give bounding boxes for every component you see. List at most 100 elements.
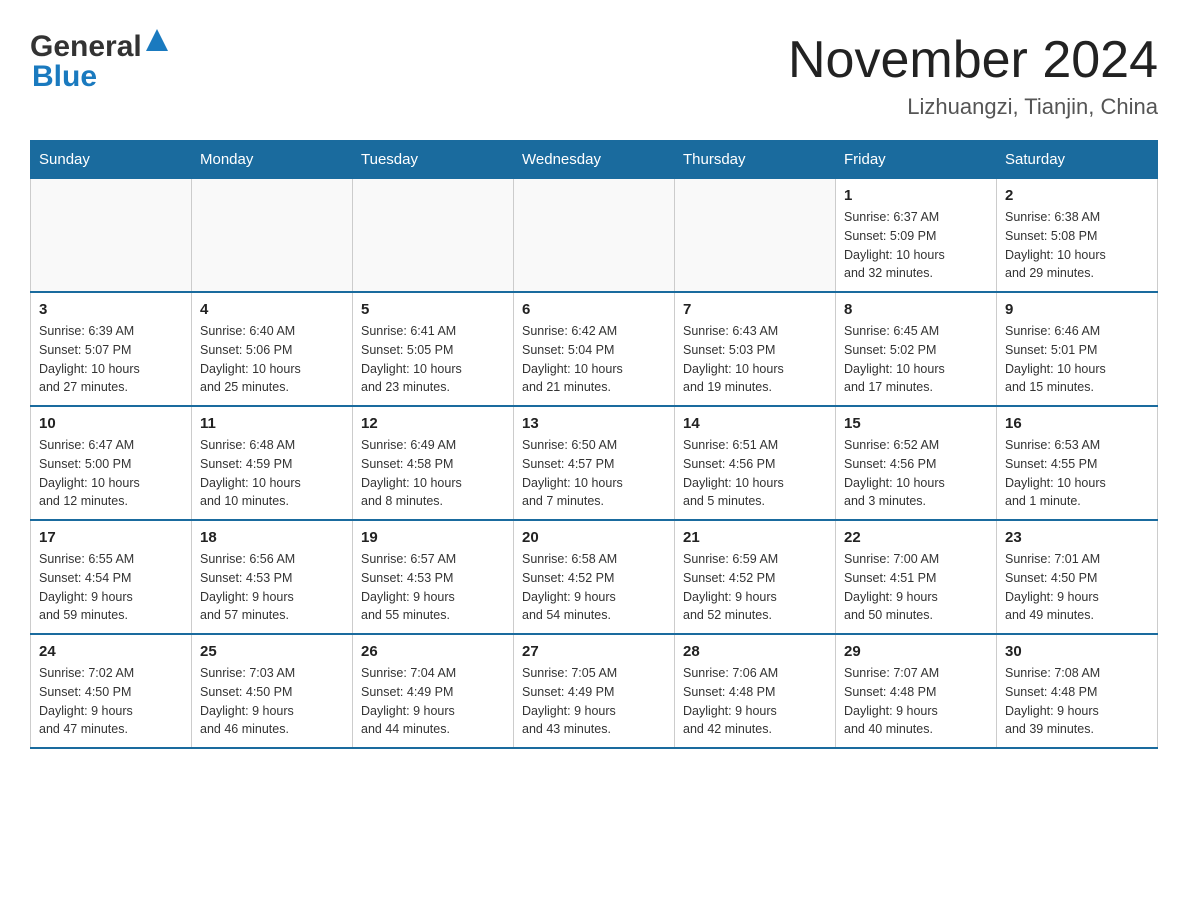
calendar-week-3: 10 Sunrise: 6:47 AM Sunset: 5:00 PM Dayli… xyxy=(31,406,1158,520)
weekday-header-saturday: Saturday xyxy=(997,141,1158,179)
day-info: Sunrise: 7:02 AM Sunset: 4:50 PM Dayligh… xyxy=(39,664,183,739)
day-info: Sunrise: 7:05 AM Sunset: 4:49 PM Dayligh… xyxy=(522,664,666,739)
calendar-table: SundayMondayTuesdayWednesdayThursdayFrid… xyxy=(30,140,1158,749)
calendar-cell xyxy=(353,179,514,293)
day-number: 17 xyxy=(39,529,183,546)
day-number: 14 xyxy=(683,415,827,432)
day-info: Sunrise: 7:06 AM Sunset: 4:48 PM Dayligh… xyxy=(683,664,827,739)
calendar-cell xyxy=(192,179,353,293)
day-number: 20 xyxy=(522,529,666,546)
day-number: 10 xyxy=(39,415,183,432)
day-info: Sunrise: 6:58 AM Sunset: 4:52 PM Dayligh… xyxy=(522,550,666,625)
day-number: 7 xyxy=(683,301,827,318)
weekday-header-thursday: Thursday xyxy=(675,141,836,179)
calendar-cell: 30Sunrise: 7:08 AM Sunset: 4:48 PM Dayli… xyxy=(997,634,1158,748)
logo-blue-text: Blue xyxy=(30,60,97,94)
day-number: 13 xyxy=(522,415,666,432)
calendar-cell: 12 Sunrise: 6:49 AM Sunset: 4:58 PM Dayli… xyxy=(353,406,514,520)
day-number: 22 xyxy=(844,529,988,546)
logo-general-text: General xyxy=(30,30,142,64)
calendar-cell: 6 Sunrise: 6:42 AM Sunset: 5:04 PM Daylig… xyxy=(514,292,675,406)
logo-triangle-icon xyxy=(146,29,168,56)
day-info: Sunrise: 6:55 AM Sunset: 4:54 PM Dayligh… xyxy=(39,550,183,625)
day-number: 8 xyxy=(844,301,988,318)
day-info: Sunrise: 7:00 AM Sunset: 4:51 PM Dayligh… xyxy=(844,550,988,625)
calendar-cell: 14 Sunrise: 6:51 AM Sunset: 4:56 PM Dayli… xyxy=(675,406,836,520)
calendar-cell: 15 Sunrise: 6:52 AM Sunset: 4:56 PM Dayli… xyxy=(836,406,997,520)
day-info: Sunrise: 6:47 AM Sunset: 5:00 PM Dayligh… xyxy=(39,436,183,511)
day-info: Sunrise: 6:43 AM Sunset: 5:03 PM Dayligh… xyxy=(683,322,827,397)
calendar-cell: 27 Sunrise: 7:05 AM Sunset: 4:49 PM Dayli… xyxy=(514,634,675,748)
calendar-cell: 11Sunrise: 6:48 AM Sunset: 4:59 PM Dayli… xyxy=(192,406,353,520)
weekday-header-row: SundayMondayTuesdayWednesdayThursdayFrid… xyxy=(31,141,1158,179)
day-info: Sunrise: 6:50 AM Sunset: 4:57 PM Dayligh… xyxy=(522,436,666,511)
day-info: Sunrise: 6:49 AM Sunset: 4:58 PM Dayligh… xyxy=(361,436,505,511)
day-number: 26 xyxy=(361,643,505,660)
calendar-cell: 20 Sunrise: 6:58 AM Sunset: 4:52 PM Dayli… xyxy=(514,520,675,634)
weekday-header-sunday: Sunday xyxy=(31,141,192,179)
calendar-cell: 25 Sunrise: 7:03 AM Sunset: 4:50 PM Dayli… xyxy=(192,634,353,748)
calendar-cell: 7 Sunrise: 6:43 AM Sunset: 5:03 PM Daylig… xyxy=(675,292,836,406)
location-text: Lizhuangzi, Tianjin, China xyxy=(788,94,1158,120)
page-header: General Blue November 2024 Lizhuangzi, T… xyxy=(30,30,1158,120)
weekday-header-wednesday: Wednesday xyxy=(514,141,675,179)
day-number: 3 xyxy=(39,301,183,318)
day-number: 15 xyxy=(844,415,988,432)
day-number: 24 xyxy=(39,643,183,660)
calendar-cell: 10 Sunrise: 6:47 AM Sunset: 5:00 PM Dayli… xyxy=(31,406,192,520)
day-number: 27 xyxy=(522,643,666,660)
day-info: Sunrise: 6:46 AM Sunset: 5:01 PM Dayligh… xyxy=(1005,322,1149,397)
calendar-cell: 24 Sunrise: 7:02 AM Sunset: 4:50 PM Dayli… xyxy=(31,634,192,748)
day-number: 29 xyxy=(844,643,988,660)
day-number: 18 xyxy=(200,529,344,546)
title-section: November 2024 Lizhuangzi, Tianjin, China xyxy=(788,30,1158,120)
day-number: 23 xyxy=(1005,529,1149,546)
calendar-cell: 17 Sunrise: 6:55 AM Sunset: 4:54 PM Dayli… xyxy=(31,520,192,634)
month-title: November 2024 xyxy=(788,30,1158,90)
day-info: Sunrise: 6:51 AM Sunset: 4:56 PM Dayligh… xyxy=(683,436,827,511)
day-number: 9 xyxy=(1005,301,1149,318)
calendar-cell: 1Sunrise: 6:37 AM Sunset: 5:09 PM Daylig… xyxy=(836,179,997,293)
day-number: 11 xyxy=(200,415,344,432)
day-number: 12 xyxy=(361,415,505,432)
calendar-cell xyxy=(675,179,836,293)
day-info: Sunrise: 6:45 AM Sunset: 5:02 PM Dayligh… xyxy=(844,322,988,397)
day-number: 5 xyxy=(361,301,505,318)
day-info: Sunrise: 6:59 AM Sunset: 4:52 PM Dayligh… xyxy=(683,550,827,625)
day-info: Sunrise: 7:01 AM Sunset: 4:50 PM Dayligh… xyxy=(1005,550,1149,625)
day-info: Sunrise: 6:41 AM Sunset: 5:05 PM Dayligh… xyxy=(361,322,505,397)
day-number: 28 xyxy=(683,643,827,660)
calendar-cell: 28 Sunrise: 7:06 AM Sunset: 4:48 PM Dayli… xyxy=(675,634,836,748)
calendar-cell: 21 Sunrise: 6:59 AM Sunset: 4:52 PM Dayli… xyxy=(675,520,836,634)
calendar-cell: 23 Sunrise: 7:01 AM Sunset: 4:50 PM Dayli… xyxy=(997,520,1158,634)
calendar-cell: 2Sunrise: 6:38 AM Sunset: 5:08 PM Daylig… xyxy=(997,179,1158,293)
calendar-cell: 3Sunrise: 6:39 AM Sunset: 5:07 PM Daylig… xyxy=(31,292,192,406)
calendar-cell: 16 Sunrise: 6:53 AM Sunset: 4:55 PM Dayli… xyxy=(997,406,1158,520)
calendar-cell: 22 Sunrise: 7:00 AM Sunset: 4:51 PM Dayli… xyxy=(836,520,997,634)
day-info: Sunrise: 6:52 AM Sunset: 4:56 PM Dayligh… xyxy=(844,436,988,511)
calendar-cell: 4Sunrise: 6:40 AM Sunset: 5:06 PM Daylig… xyxy=(192,292,353,406)
day-info: Sunrise: 6:40 AM Sunset: 5:06 PM Dayligh… xyxy=(200,322,344,397)
day-number: 19 xyxy=(361,529,505,546)
calendar-cell xyxy=(514,179,675,293)
day-info: Sunrise: 6:56 AM Sunset: 4:53 PM Dayligh… xyxy=(200,550,344,625)
day-info: Sunrise: 7:03 AM Sunset: 4:50 PM Dayligh… xyxy=(200,664,344,739)
day-info: Sunrise: 6:42 AM Sunset: 5:04 PM Dayligh… xyxy=(522,322,666,397)
day-number: 30 xyxy=(1005,643,1149,660)
calendar-week-5: 24 Sunrise: 7:02 AM Sunset: 4:50 PM Dayli… xyxy=(31,634,1158,748)
calendar-cell xyxy=(31,179,192,293)
logo: General Blue xyxy=(30,30,168,94)
calendar-week-4: 17 Sunrise: 6:55 AM Sunset: 4:54 PM Dayli… xyxy=(31,520,1158,634)
day-info: Sunrise: 6:53 AM Sunset: 4:55 PM Dayligh… xyxy=(1005,436,1149,511)
calendar-cell: 8 Sunrise: 6:45 AM Sunset: 5:02 PM Daylig… xyxy=(836,292,997,406)
weekday-header-friday: Friday xyxy=(836,141,997,179)
day-number: 1 xyxy=(844,187,988,204)
day-info: Sunrise: 6:57 AM Sunset: 4:53 PM Dayligh… xyxy=(361,550,505,625)
calendar-cell: 13 Sunrise: 6:50 AM Sunset: 4:57 PM Dayli… xyxy=(514,406,675,520)
day-number: 6 xyxy=(522,301,666,318)
calendar-cell: 5 Sunrise: 6:41 AM Sunset: 5:05 PM Daylig… xyxy=(353,292,514,406)
day-number: 16 xyxy=(1005,415,1149,432)
calendar-cell: 9 Sunrise: 6:46 AM Sunset: 5:01 PM Daylig… xyxy=(997,292,1158,406)
day-number: 25 xyxy=(200,643,344,660)
day-number: 21 xyxy=(683,529,827,546)
